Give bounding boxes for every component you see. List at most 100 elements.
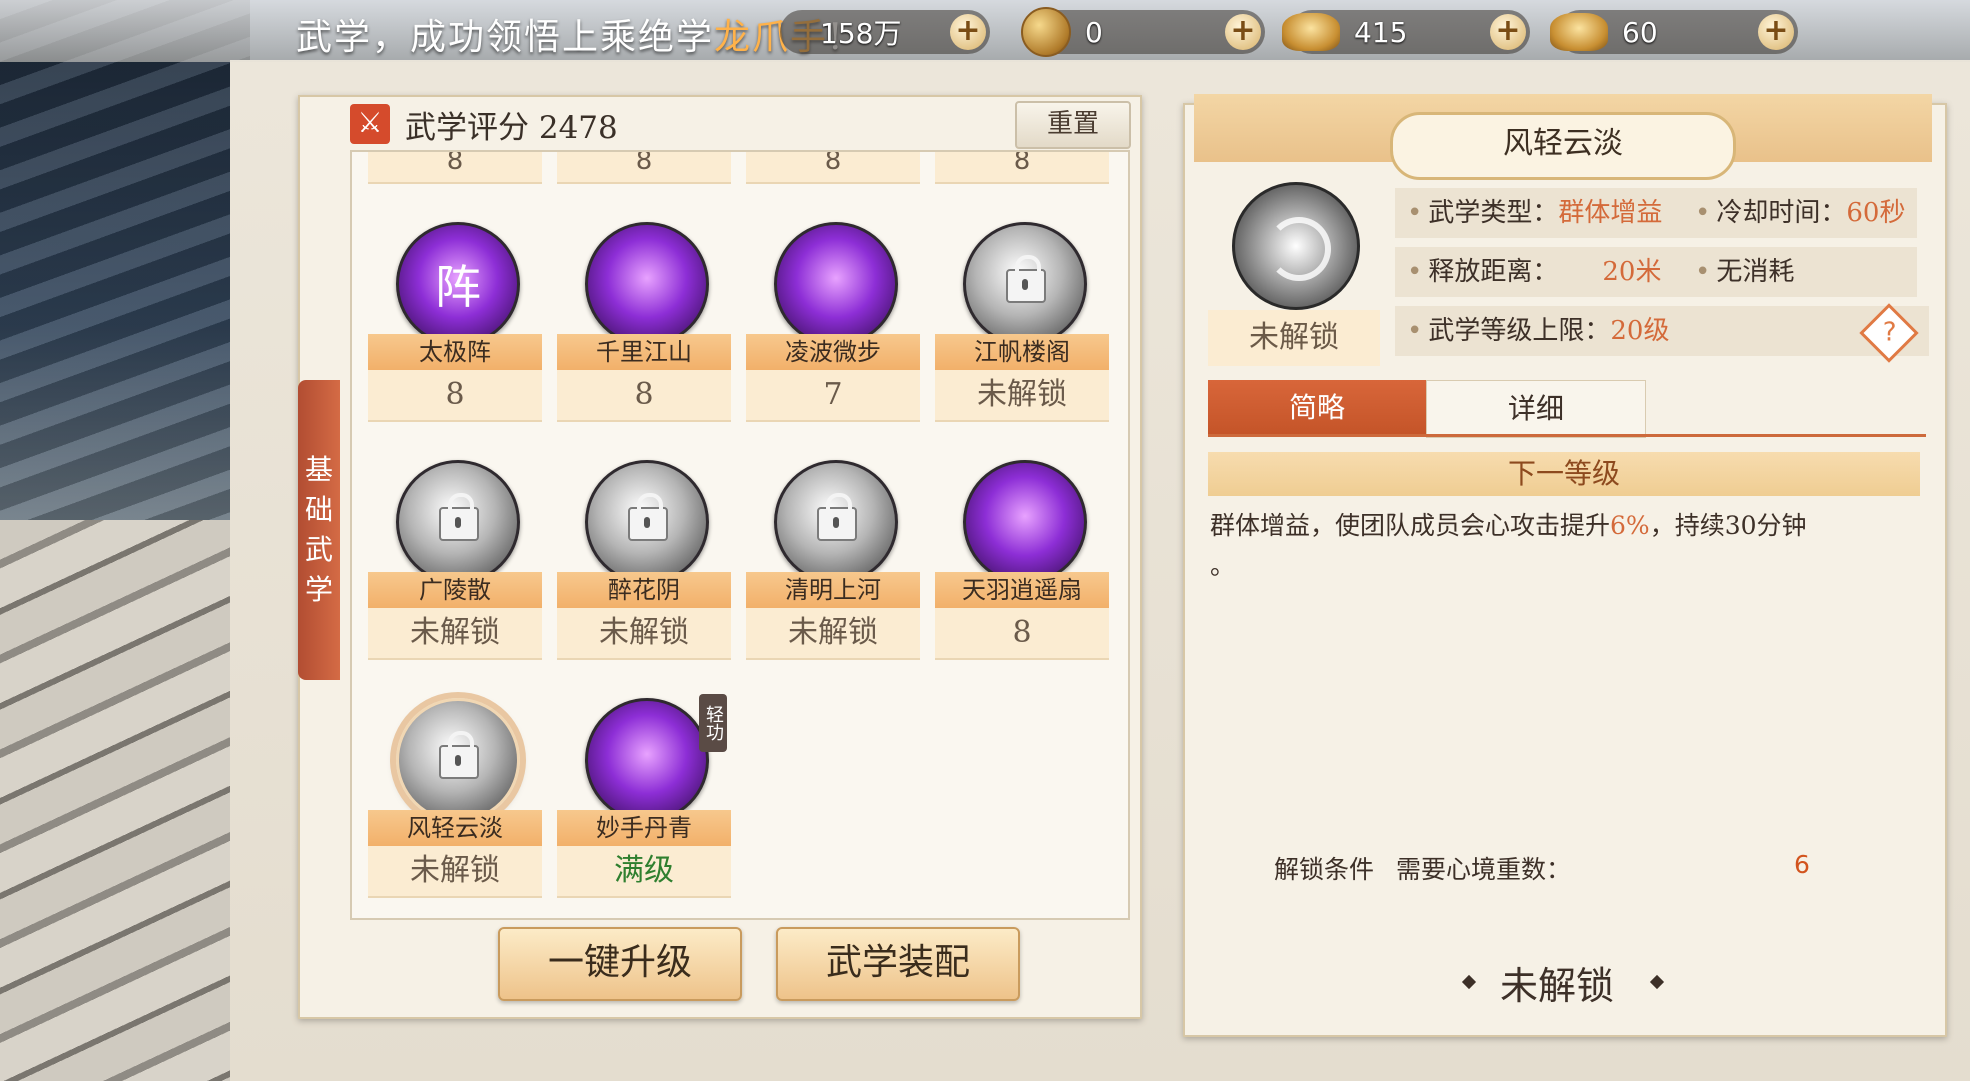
add-gold-button[interactable]: + [1490,14,1526,50]
desc-text: 。 [1210,551,1236,580]
resource-coin: 158万 + [780,10,990,54]
lock-icon [439,731,479,779]
skill-level: 未解锁 [368,608,542,660]
flower-icon [585,460,709,584]
skill-level: 满级 [557,846,731,898]
lock-icon [628,493,668,541]
skill-level: 8 [368,152,542,184]
skill-name: 清明上河 [746,572,920,608]
lock-icon [439,493,479,541]
silver-value: 60 [1622,15,1658,49]
skill-level: 未解锁 [746,608,920,660]
skill-title: 风轻云淡 [1390,112,1736,180]
coin-value: 158万 [820,17,902,50]
resource-copper: 0 + [1021,7,1265,57]
attr-value: 20米 [1602,257,1662,287]
attr-label: 武学等级上限： [1428,316,1611,346]
whirlwind-icon [1232,182,1360,310]
skill-card-partial[interactable]: 8 [557,152,731,184]
copper-coin-icon [1021,7,1071,57]
attr-max-level: • 武学等级上限：20级 [1395,306,1929,356]
skill-level: 未解锁 [935,370,1109,422]
footstep-icon [774,222,898,346]
skill-name: 凌波微步 [746,334,920,370]
tab-underline [1208,434,1926,437]
skill-status: 未解锁 [1208,310,1380,366]
lock-icon [817,493,857,541]
help-glyph: ? [1882,317,1897,348]
skill-glyph: 阵 [435,260,481,314]
skill-card-miaoshoudanqing[interactable]: 轻功 妙手丹青 满级 [557,694,731,918]
skill-name: 风轻云淡 [368,810,542,846]
announce-text: 成功领悟上乘绝学 [410,17,715,58]
skill-card-lingboweibu[interactable]: 凌波微步 7 [746,222,920,442]
reset-button[interactable]: 重置 [1015,101,1131,149]
skill-level: 8 [557,370,731,422]
skill-level: 8 [557,152,731,184]
skill-card-tianyuxiaoyaoshan[interactable]: 天羽逍遥扇 8 [935,460,1109,680]
skill-card-partial[interactable]: 8 [368,152,542,184]
brush-icon [585,698,709,822]
qinggong-tag: 轻功 [699,694,727,752]
tab-brief[interactable]: 简略 [1208,380,1426,436]
skill-name: 妙手丹青 [557,810,731,846]
guqin-icon [396,460,520,584]
attr-label: 释放距离： [1428,257,1559,287]
attr-cooldown: • 冷却时间：60秒 [1695,188,1917,238]
copper-value: 0 [1085,15,1103,49]
skill-name: 太极阵 [368,334,542,370]
tab-basic-skills[interactable]: 基 础 武 学 [298,380,340,680]
skill-card-guanglingsan[interactable]: 广陵散 未解锁 [368,460,542,680]
attr-label: 武学类型： [1428,198,1559,228]
skill-level: 未解锁 [557,608,731,660]
scroll-painting-icon [585,222,709,346]
next-level-description: 群体增益，使团队成员会心攻击提升6%，持续30分钟 。 [1210,506,1930,586]
add-coin-button[interactable]: + [950,14,986,50]
roof-tiles [0,520,250,1081]
vtab-char: 础 [304,493,333,526]
add-silver-button[interactable]: + [1758,14,1794,50]
skill-card-fengqingyundan[interactable]: 风轻云淡 未解锁 [368,698,542,918]
skill-level: 7 [746,370,920,422]
skill-card-taijizhen[interactable]: 阵 太极阵 8 [368,222,542,442]
vtab-char: 武 [304,533,333,566]
condition-label: 解锁条件 [1274,855,1375,884]
skill-name: 千里江山 [557,334,731,370]
taiji-formation-icon: 阵 [396,222,520,346]
resource-gold: 415 + [1282,10,1530,54]
world-backdrop [0,0,250,1081]
river-icon [774,460,898,584]
tab-detail[interactable]: 详细 [1426,380,1646,438]
whirlwind-icon [396,698,520,822]
crossed-swords-icon: ⚔ [350,104,390,144]
skill-level: 8 [368,370,542,422]
vtab-char: 基 [304,453,333,486]
gold-ingot-icon [1282,13,1340,51]
skill-name: 天羽逍遥扇 [935,572,1109,608]
upgrade-all-button[interactable]: 一键升级 [498,927,742,1001]
gold-value: 415 [1354,15,1408,49]
feather-fan-icon [963,460,1087,584]
attr-value: 60秒 [1846,198,1906,228]
attr-label: 无消耗 [1716,257,1795,287]
skill-card-qingmingshanghe[interactable]: 清明上河 未解锁 [746,460,920,680]
skill-card-qianlijiangshan[interactable]: 千里江山 8 [557,222,731,442]
condition-requirement: 需要心境重数： [1395,855,1571,884]
skill-card-partial[interactable]: 8 [746,152,920,184]
scroll-announcement: 武学，成功领悟上乘绝学龙爪手! [296,8,845,60]
unlock-status: 未解锁 [1500,964,1615,1008]
equip-skills-button[interactable]: 武学装配 [776,927,1020,1001]
skill-card-zuihuayin[interactable]: 醉花阴 未解锁 [557,460,731,680]
skill-card-partial[interactable]: 8 [935,152,1109,184]
add-copper-button[interactable]: + [1225,14,1261,50]
vtab-char: 学 [304,573,333,606]
pavilion-icon [963,222,1087,346]
attr-label: 冷却时间： [1716,198,1847,228]
next-level-header: 下一等级 [1208,452,1920,496]
skill-level: 8 [935,608,1109,660]
silver-ingot-icon [1550,13,1608,51]
desc-value: 6% [1610,511,1650,540]
skill-name: 醉花阴 [557,572,731,608]
skill-card-jiangfanlouge[interactable]: 江帆楼阁 未解锁 [935,222,1109,442]
attr-skill-type: • 武学类型：群体增益 [1395,188,1707,238]
